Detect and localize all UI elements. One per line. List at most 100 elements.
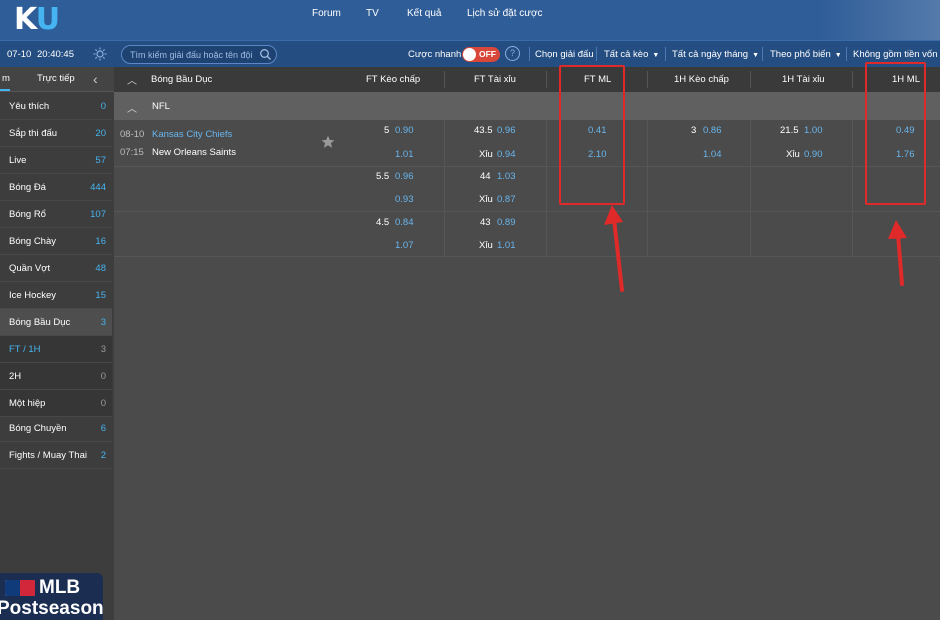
odds-table: ︿ Bóng Bầu Dục FT Kèo chấp FT Tài xỉu FT… bbox=[114, 62, 940, 620]
ft-ou-odds[interactable]: 0.89 bbox=[497, 217, 516, 228]
sidebar: m Trực tiếp ‹ Yêu thích 0 Sắp thi đấu 20… bbox=[0, 67, 114, 620]
sidebar-item-count: 20 bbox=[95, 128, 106, 139]
nav-forum[interactable]: Forum bbox=[312, 8, 341, 19]
highlight-box-ft-ml bbox=[559, 65, 625, 205]
sidebar-tabs: m Trực tiếp ‹ bbox=[0, 67, 114, 92]
1h-handicap-odds[interactable]: 1.04 bbox=[703, 149, 722, 160]
ft-handicap-odds[interactable]: 0.96 bbox=[395, 171, 414, 182]
sidebar-item-label: Bóng Rổ bbox=[9, 209, 46, 220]
chevron-down-icon: ▼ bbox=[752, 52, 759, 59]
sidebar-item-count: 15 bbox=[95, 290, 106, 301]
filter-bet-type[interactable]: Tất cả kèo ▼ bbox=[604, 49, 659, 60]
sidebar-item-count: 0 bbox=[100, 398, 106, 409]
sidebar-item-american-football[interactable]: Bóng Bầu Dục 3 bbox=[0, 309, 112, 336]
sidebar-subitem-single-half[interactable]: Một hiệp 0 bbox=[0, 390, 112, 417]
sidebar-item-favorites[interactable]: Yêu thích 0 bbox=[0, 93, 112, 120]
sidebar-item-baseball[interactable]: Bóng Chày 16 bbox=[0, 228, 112, 255]
ft-handicap-odds[interactable]: 0.93 bbox=[395, 194, 414, 205]
sidebar-item-count: 0 bbox=[100, 101, 106, 112]
column-divider bbox=[852, 120, 853, 257]
ft-handicap-odds[interactable]: 1.07 bbox=[395, 240, 414, 251]
site-logo[interactable]: KU bbox=[14, 2, 60, 37]
1h-handicap-odds[interactable]: 0.86 bbox=[703, 125, 722, 136]
current-date: 07-10 bbox=[7, 49, 32, 60]
sidebar-item-label: FT / 1H bbox=[9, 344, 41, 355]
nav-results[interactable]: Kết quả bbox=[407, 8, 441, 19]
divider bbox=[762, 47, 763, 61]
sidebar-item-tennis[interactable]: Quần Vợt 48 bbox=[0, 255, 112, 282]
sidebar-item-live[interactable]: Live 57 bbox=[0, 147, 112, 174]
col-1h-over-under: 1H Tài xỉu bbox=[782, 74, 825, 85]
sidebar-item-upcoming[interactable]: Sắp thi đấu 20 bbox=[0, 120, 112, 147]
ft-ou-odds[interactable]: 0.96 bbox=[497, 125, 516, 136]
sidebar-item-count: 2 bbox=[100, 450, 106, 461]
ft-handicap-odds[interactable]: 0.84 bbox=[395, 217, 414, 228]
ft-ou-under-label: Xỉu bbox=[479, 240, 493, 251]
sidebar-subitem-2h[interactable]: 2H 0 bbox=[0, 363, 112, 390]
nav-tv[interactable]: TV bbox=[366, 8, 379, 19]
search-input[interactable] bbox=[130, 49, 258, 61]
sidebar-item-fights[interactable]: Fights / Muay Thai 2 bbox=[0, 442, 112, 469]
ft-ou-line: 43.5 bbox=[474, 125, 493, 136]
mlb-postseason-banner[interactable]: MLB Postseason bbox=[0, 573, 103, 620]
search-icon[interactable] bbox=[259, 48, 272, 61]
ft-ou-odds[interactable]: 1.03 bbox=[497, 171, 516, 182]
ft-handicap-odds[interactable]: 0.90 bbox=[395, 125, 414, 136]
nav-bet-history[interactable]: Lịch sử đặt cược bbox=[467, 8, 543, 19]
toolbar: 07-10 20:40:45 Cược nhanh OFF ? Chọn giả… bbox=[0, 40, 940, 67]
chevron-down-icon: ▼ bbox=[652, 52, 660, 59]
ft-ou-line: 44 bbox=[480, 171, 491, 182]
highlight-box-1h-ml bbox=[865, 62, 926, 205]
divider bbox=[596, 47, 597, 61]
banner-title: MLB bbox=[39, 577, 81, 598]
quick-bet-label: Cược nhanh bbox=[408, 49, 462, 60]
quick-bet-toggle[interactable]: OFF bbox=[462, 47, 500, 62]
ft-ou-odds[interactable]: 1.01 bbox=[497, 240, 516, 251]
filter-date[interactable]: Tất cả ngày tháng ▼ bbox=[672, 49, 759, 60]
chevron-down-icon: ▼ bbox=[834, 52, 842, 59]
ft-ou-odds[interactable]: 0.94 bbox=[497, 149, 516, 160]
sidebar-item-count: 3 bbox=[100, 344, 106, 355]
divider bbox=[846, 47, 847, 61]
tab-live[interactable]: Trực tiếp bbox=[37, 73, 75, 84]
sidebar-subitem-ft-1h[interactable]: FT / 1H 3 bbox=[0, 336, 112, 363]
away-team[interactable]: New Orleans Saints bbox=[152, 147, 236, 158]
1h-ou-odds[interactable]: 1.00 bbox=[804, 125, 823, 136]
sidebar-item-label: Ice Hockey bbox=[9, 290, 56, 301]
sidebar-item-basketball[interactable]: Bóng Rổ 107 bbox=[0, 201, 112, 228]
ft-handicap-odds[interactable]: 1.01 bbox=[395, 149, 414, 160]
sidebar-item-soccer[interactable]: Bóng Đá 444 bbox=[0, 174, 112, 201]
sidebar-item-label: 2H bbox=[9, 371, 22, 382]
chevron-up-icon[interactable]: ︿ bbox=[127, 100, 137, 115]
sidebar-item-label: Một hiệp bbox=[9, 398, 46, 409]
sidebar-item-volleyball[interactable]: Bóng Chuyền 6 bbox=[0, 415, 112, 442]
sidebar-item-label: Live bbox=[9, 155, 27, 166]
sidebar-item-count: 16 bbox=[95, 236, 106, 247]
col-1h-handicap: 1H Kèo chấp bbox=[674, 74, 729, 85]
help-icon[interactable]: ? bbox=[505, 46, 520, 61]
ft-handicap-line: 5 bbox=[384, 125, 390, 136]
header-glow bbox=[820, 0, 940, 40]
filter-sort[interactable]: Theo phổ biến ▼ bbox=[770, 49, 842, 60]
home-team[interactable]: Kansas City Chiefs bbox=[152, 129, 232, 140]
chevron-up-icon[interactable]: ︿ bbox=[127, 72, 137, 87]
sidebar-item-label: Sắp thi đấu bbox=[9, 128, 58, 139]
1h-ou-odds[interactable]: 0.90 bbox=[804, 149, 823, 160]
chevron-left-icon[interactable]: ‹ bbox=[93, 71, 98, 87]
league-header[interactable]: ︿ NFL bbox=[114, 92, 940, 120]
sidebar-item-count: 107 bbox=[90, 209, 106, 220]
divider bbox=[546, 71, 547, 88]
filter-odds-format[interactable]: Không gồm tiền vốn▼ bbox=[853, 49, 940, 60]
1h-handicap-line: 3 bbox=[691, 125, 697, 136]
sun-icon[interactable] bbox=[93, 47, 107, 61]
ft-ou-odds[interactable]: 0.87 bbox=[497, 194, 516, 205]
sidebar-item-ice-hockey[interactable]: Ice Hockey 15 bbox=[0, 282, 112, 309]
filter-league[interactable]: Chọn giải đấu bbox=[535, 49, 594, 60]
column-divider bbox=[444, 120, 445, 257]
tab-sports[interactable]: m bbox=[0, 73, 10, 91]
favorite-star-icon[interactable] bbox=[321, 135, 335, 149]
sidebar-item-count: 6 bbox=[100, 423, 106, 434]
column-divider bbox=[647, 120, 648, 257]
divider bbox=[444, 71, 445, 88]
mlb-logo-icon bbox=[5, 580, 35, 596]
